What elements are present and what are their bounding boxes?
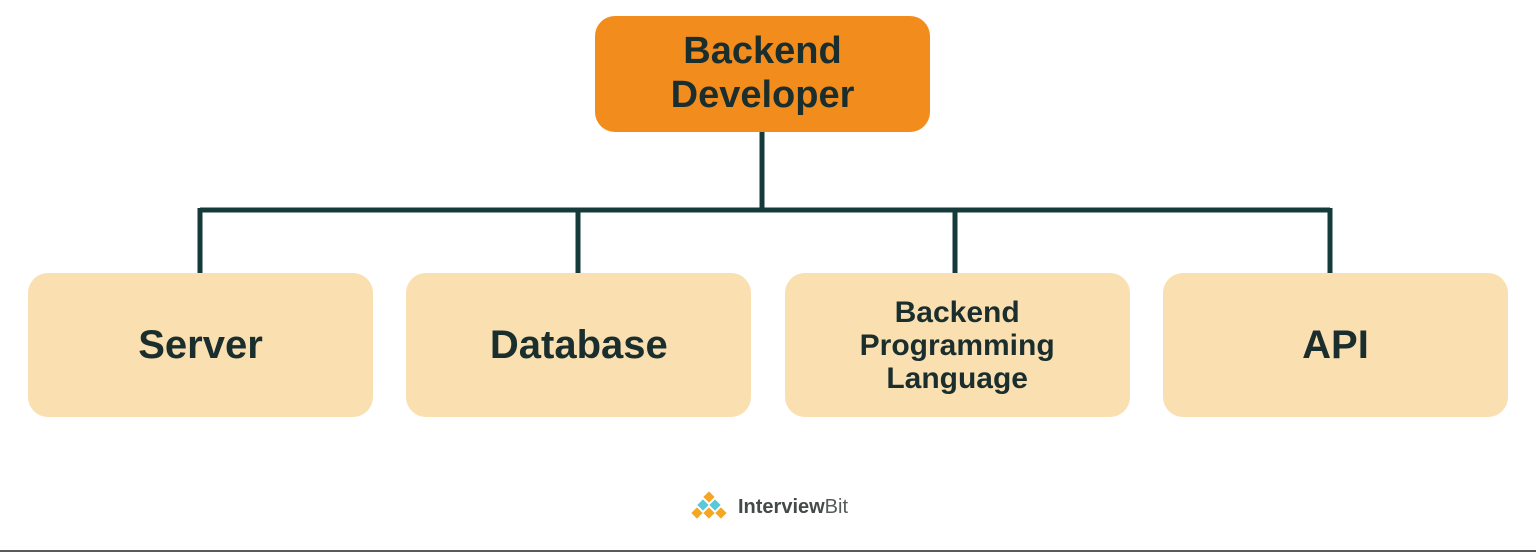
footer-logo: InterviewBit [688, 490, 848, 525]
child-node-server: Server [28, 273, 373, 417]
root-label: Backend Developer [671, 30, 855, 117]
footer-brand-light: Bit [825, 496, 848, 518]
child-label: Backend Programming Language [801, 296, 1114, 395]
child-label: API [1302, 323, 1369, 367]
root-label-line2: Developer [671, 74, 855, 116]
child-node-api: API [1163, 273, 1508, 417]
root-node: Backend Developer [595, 16, 930, 132]
children-row: Server Database Backend Programming Lang… [28, 273, 1508, 417]
child-node-backend-programming-language: Backend Programming Language [785, 273, 1130, 417]
diagram-container: Backend Developer Server Database Backen… [0, 0, 1536, 552]
interviewbit-logo-icon [688, 490, 730, 525]
child-label: Database [490, 323, 668, 367]
child-node-database: Database [406, 273, 751, 417]
footer-brand-strong: Interview [738, 496, 825, 518]
child-label: Server [138, 323, 263, 367]
footer-brand-text: InterviewBit [738, 496, 848, 519]
root-label-line1: Backend [683, 30, 841, 72]
